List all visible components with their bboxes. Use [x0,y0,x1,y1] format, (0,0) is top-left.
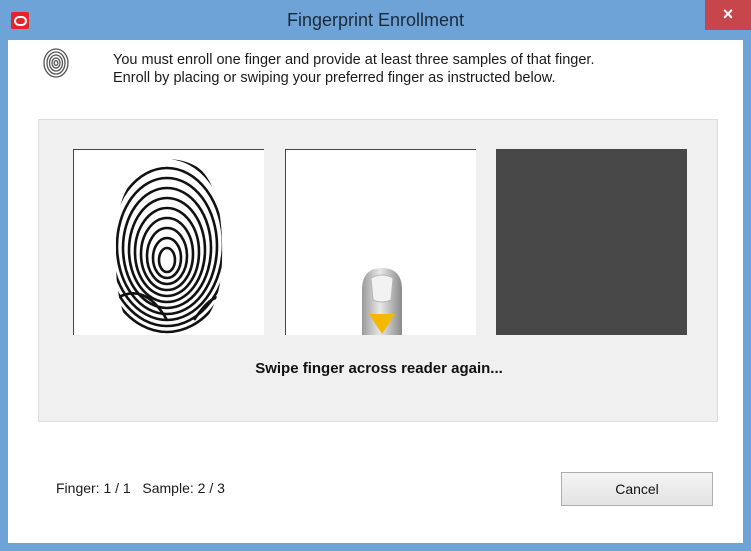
sample-slot-1 [73,149,264,335]
fingerprint-icon [43,48,69,78]
close-button[interactable]: × [705,0,751,30]
enrollment-window: Fingerprint Enrollment × You must enroll… [0,0,751,551]
finger-count: 1 / 1 [103,480,131,496]
window-title: Fingerprint Enrollment [286,10,465,30]
sample-slot-2 [285,149,476,335]
progress-status: Finger: 1 / 1 Sample: 2 / 3 [56,480,225,496]
sample-count: 2 / 3 [197,480,225,496]
fingerprint-sample-icon [74,150,264,335]
sample-panel: Swipe finger across reader again... [38,119,718,422]
finger-swipe-prompt-icon [362,268,402,335]
cancel-button[interactable]: Cancel [561,472,713,506]
title-bar[interactable]: Fingerprint Enrollment × [0,0,751,40]
finger-label: Finger: [56,480,100,496]
instructions-line-2: Enroll by placing or swiping your prefer… [113,70,556,86]
status-message: Swipe finger across reader again... [255,360,503,377]
sample-label: Sample: [142,480,194,496]
sample-slot-3 [496,149,687,335]
instructions-text: You must enroll one finger and provide a… [113,51,713,87]
instructions-line-1: You must enroll one finger and provide a… [113,52,595,68]
